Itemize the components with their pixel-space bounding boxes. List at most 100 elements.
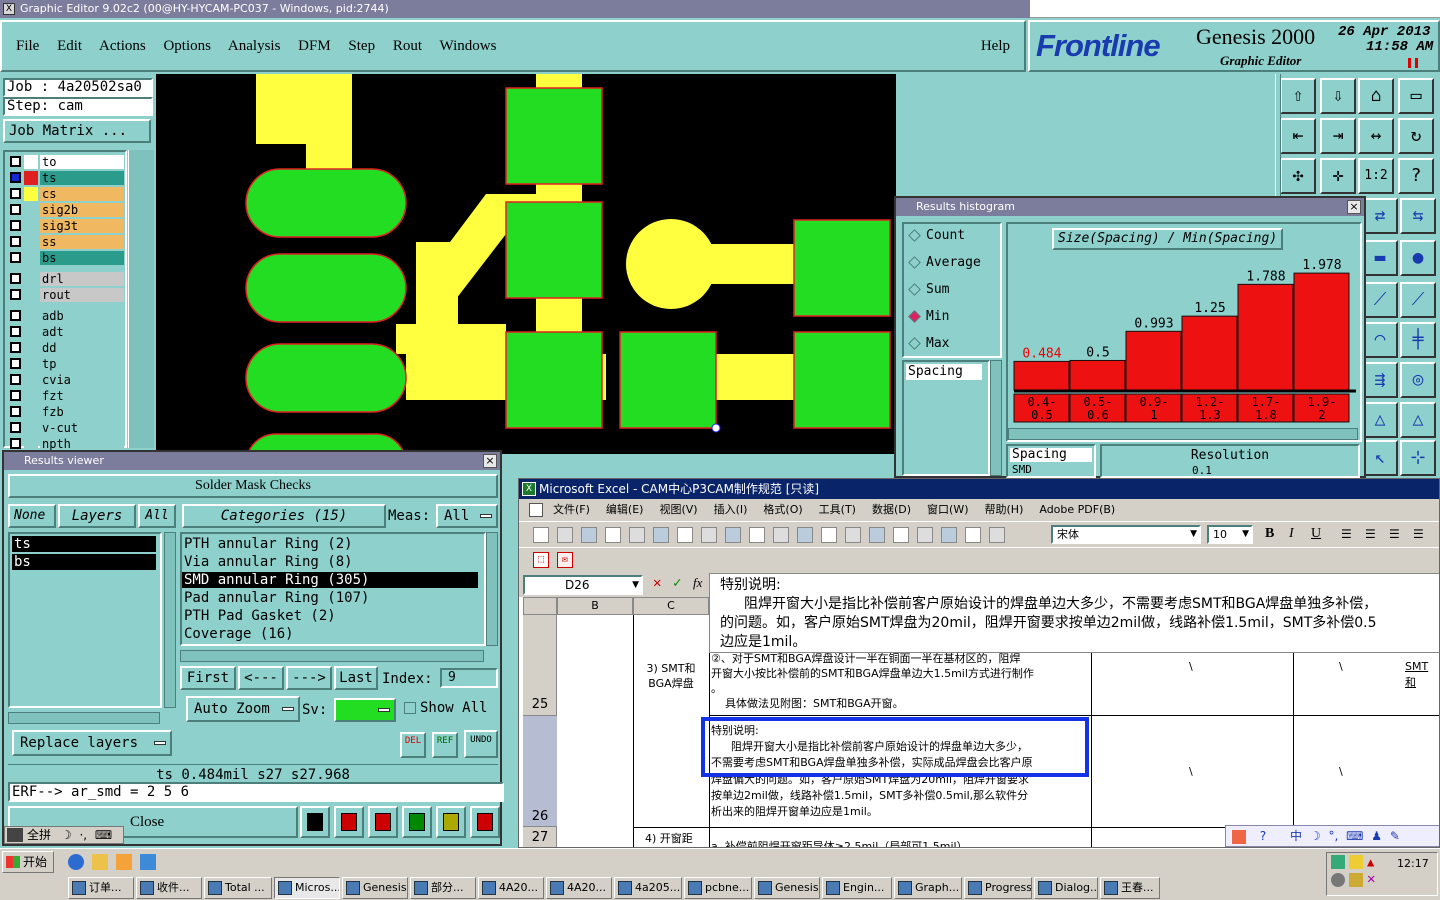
next-button[interactable]: --->	[286, 666, 332, 690]
tray-icon-3[interactable]: ▲	[1367, 855, 1381, 869]
menu-step[interactable]: Step	[348, 38, 375, 54]
categories-button[interactable]: Categories (15)	[182, 504, 386, 528]
excel-menu-item[interactable]: Adobe PDF(B)	[1039, 503, 1115, 516]
layer-row-cs[interactable]: cs	[8, 187, 124, 201]
taskbar-item[interactable]: pcbne...	[684, 877, 752, 899]
layer-visibility-checkbox[interactable]	[10, 188, 21, 199]
row-header-26[interactable]: 26	[523, 809, 557, 825]
layer-name[interactable]: npth	[40, 437, 124, 451]
layer-color-swatch[interactable]	[24, 421, 38, 435]
menu-analysis[interactable]: Analysis	[228, 38, 281, 54]
taskbar-item[interactable]: 4A20...	[546, 877, 612, 899]
layer-visibility-checkbox[interactable]	[10, 156, 21, 167]
home-icon[interactable]: ⌂	[1358, 78, 1394, 114]
bottom-smd-item[interactable]: SMD	[1010, 463, 1032, 477]
layer-name[interactable]: cs	[40, 187, 124, 201]
radio-max[interactable]: Max	[908, 336, 949, 352]
layer-row-fzb[interactable]: fzb	[8, 405, 124, 419]
layer-row-sig3t[interactable]: sig3t	[8, 219, 124, 233]
layer-name[interactable]: bs	[40, 251, 124, 265]
outlook-icon[interactable]	[92, 854, 108, 870]
ruler-icon[interactable]: ▬	[1362, 240, 1398, 276]
clock[interactable]: 12:17	[1397, 857, 1429, 870]
layer-name[interactable]: tp	[40, 357, 124, 371]
layer-visibility-checkbox[interactable]	[10, 422, 21, 433]
category-item[interactable]: PTH annular Ring (2)	[182, 536, 478, 552]
none-button[interactable]: None	[8, 504, 56, 528]
ime-bar[interactable]: 全拼 ☽ ·, ⌨	[4, 826, 124, 844]
menu-actions[interactable]: Actions	[99, 38, 146, 54]
moon-icon[interactable]: ☽	[1310, 829, 1321, 843]
layer-name[interactable]: drl	[40, 272, 124, 286]
email-icon[interactable]	[629, 527, 645, 543]
radio-min[interactable]: Min	[908, 309, 949, 325]
taskbar-item[interactable]: Progress	[964, 877, 1032, 899]
layer-color-swatch[interactable]	[24, 187, 38, 201]
excel-menu-item[interactable]: 视图(V)	[659, 503, 697, 516]
left-icon[interactable]: ⇤	[1280, 118, 1316, 154]
taskbar-item[interactable]: 收件...	[136, 877, 202, 899]
tray-icon-2[interactable]	[1349, 855, 1363, 869]
tray-icon-6[interactable]: ✕	[1367, 871, 1375, 887]
layer-visibility-checkbox[interactable]	[10, 252, 21, 263]
layer-list-scrollbar[interactable]	[128, 150, 154, 448]
user-icon[interactable]: ♟	[1371, 829, 1382, 843]
measure-icon[interactable]: ⊹	[1400, 440, 1436, 476]
bold-button[interactable]: B	[1265, 526, 1274, 542]
layer-color-swatch[interactable]	[24, 288, 38, 302]
name-box[interactable]: D26 ▼	[523, 575, 643, 595]
taskbar-item[interactable]: Graph...	[894, 877, 962, 899]
merge-icon[interactable]: ☰	[1413, 527, 1424, 541]
help-icon[interactable]: ?	[1260, 829, 1266, 843]
sogou-icon[interactable]	[1232, 829, 1246, 844]
layer-row-fzt[interactable]: fzt	[8, 389, 124, 403]
layer-row-cvia[interactable]: cvia	[8, 373, 124, 387]
line2-icon[interactable]: ⟋	[1400, 282, 1436, 318]
layer-color-swatch[interactable]	[24, 272, 38, 286]
all-layers-button[interactable]: All	[138, 504, 176, 528]
flip-icon[interactable]: ↔	[1358, 118, 1394, 154]
right-icon[interactable]: ⇥	[1320, 118, 1356, 154]
layer-visibility-checkbox[interactable]	[10, 220, 21, 231]
cell-c25[interactable]: 3) SMT和BGA焊盘	[641, 661, 701, 691]
categories-hscroll[interactable]	[180, 650, 484, 662]
cancel-formula-icon[interactable]: ✕	[653, 575, 661, 591]
shape-icon[interactable]: ◎	[1400, 362, 1436, 398]
result-layer-bs[interactable]: bs	[12, 554, 156, 570]
underline-button[interactable]: U	[1311, 526, 1321, 542]
layer-row-to[interactable]: to	[8, 155, 124, 169]
auto-zoom-select[interactable]: Auto Zoom	[186, 696, 300, 722]
layer-color-swatch[interactable]	[24, 235, 38, 249]
menu-windows[interactable]: Windows	[440, 38, 497, 54]
prev-button[interactable]: <---	[238, 666, 284, 690]
align-right-icon[interactable]: ☰	[1389, 527, 1400, 541]
snap2-icon[interactable]: ⇆	[1400, 198, 1436, 234]
layer-color-swatch[interactable]	[24, 373, 38, 387]
layer-name[interactable]: adt	[40, 325, 124, 339]
camera-icon[interactable]	[334, 806, 364, 838]
menu-options[interactable]: Options	[163, 38, 211, 54]
cell-d27[interactable]: a. 补偿前阻焊开窗距导体≥2.5mil（局部可1.5mil）	[711, 839, 968, 847]
menu-edit[interactable]: Edit	[57, 38, 82, 54]
histogram-bar[interactable]	[1013, 360, 1070, 391]
excel-menu-item[interactable]: 帮助(H)	[985, 503, 1024, 516]
triangle-icon[interactable]: △	[1362, 402, 1398, 438]
layer-visibility-checkbox[interactable]	[10, 438, 21, 449]
align-center-icon[interactable]: ☰	[1365, 527, 1376, 541]
chart-icon[interactable]	[470, 806, 500, 838]
desktop-icon[interactable]	[116, 854, 132, 870]
drawing-icon[interactable]	[965, 527, 981, 543]
layer-color-swatch[interactable]	[24, 155, 38, 169]
taskbar-item[interactable]: Dialog...	[1034, 877, 1098, 899]
column-header-c[interactable]: C	[633, 597, 709, 615]
preview-icon[interactable]	[677, 527, 693, 543]
layer-color-swatch[interactable]	[24, 389, 38, 403]
category-item[interactable]: Via annular Ring (8)	[182, 554, 478, 570]
list-icon[interactable]	[436, 806, 466, 838]
histogram-bar[interactable]	[1237, 283, 1294, 391]
layer-name[interactable]: to	[40, 155, 124, 169]
taskbar-item[interactable]: Total ...	[204, 877, 272, 899]
align-left-icon[interactable]: ☰	[1341, 527, 1352, 541]
layer-visibility-checkbox[interactable]	[10, 342, 21, 353]
histogram-hscroll[interactable]	[1008, 428, 1358, 440]
